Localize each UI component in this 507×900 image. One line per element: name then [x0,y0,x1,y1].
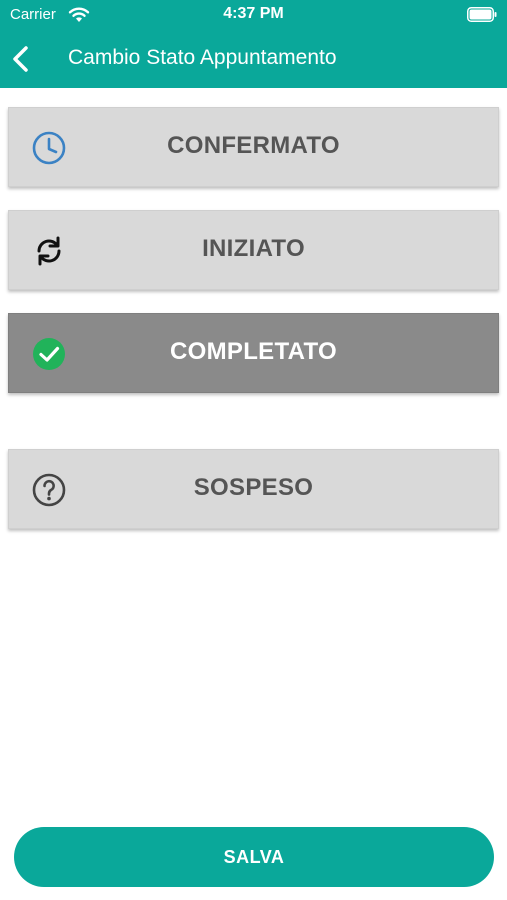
save-button[interactable]: SALVA [14,827,494,887]
status-option-label: INIZIATO [202,235,305,262]
chevron-left-icon [13,46,28,72]
status-option-label: COMPLETATO [170,338,337,365]
status-option-label: CONFERMATO [167,132,340,159]
header-bar: Carrier 4:37 PM Cambio Stato Appuntament… [0,0,507,88]
status-option-iniziato[interactable]: INIZIATO [8,210,499,290]
clock-time: 4:37 PM [223,5,284,22]
status-option-confermato[interactable]: CONFERMATO [8,107,499,187]
status-option-completato[interactable]: COMPLETATO [8,313,499,393]
page-title: Cambio Stato Appuntamento [68,46,337,69]
status-bar: Carrier 4:37 PM [0,0,507,30]
status-option-label: SOSPESO [193,474,314,501]
status-option-sospeso[interactable]: SOSPESO [8,449,499,529]
back-button[interactable] [6,42,38,76]
battery-icon [467,7,497,22]
